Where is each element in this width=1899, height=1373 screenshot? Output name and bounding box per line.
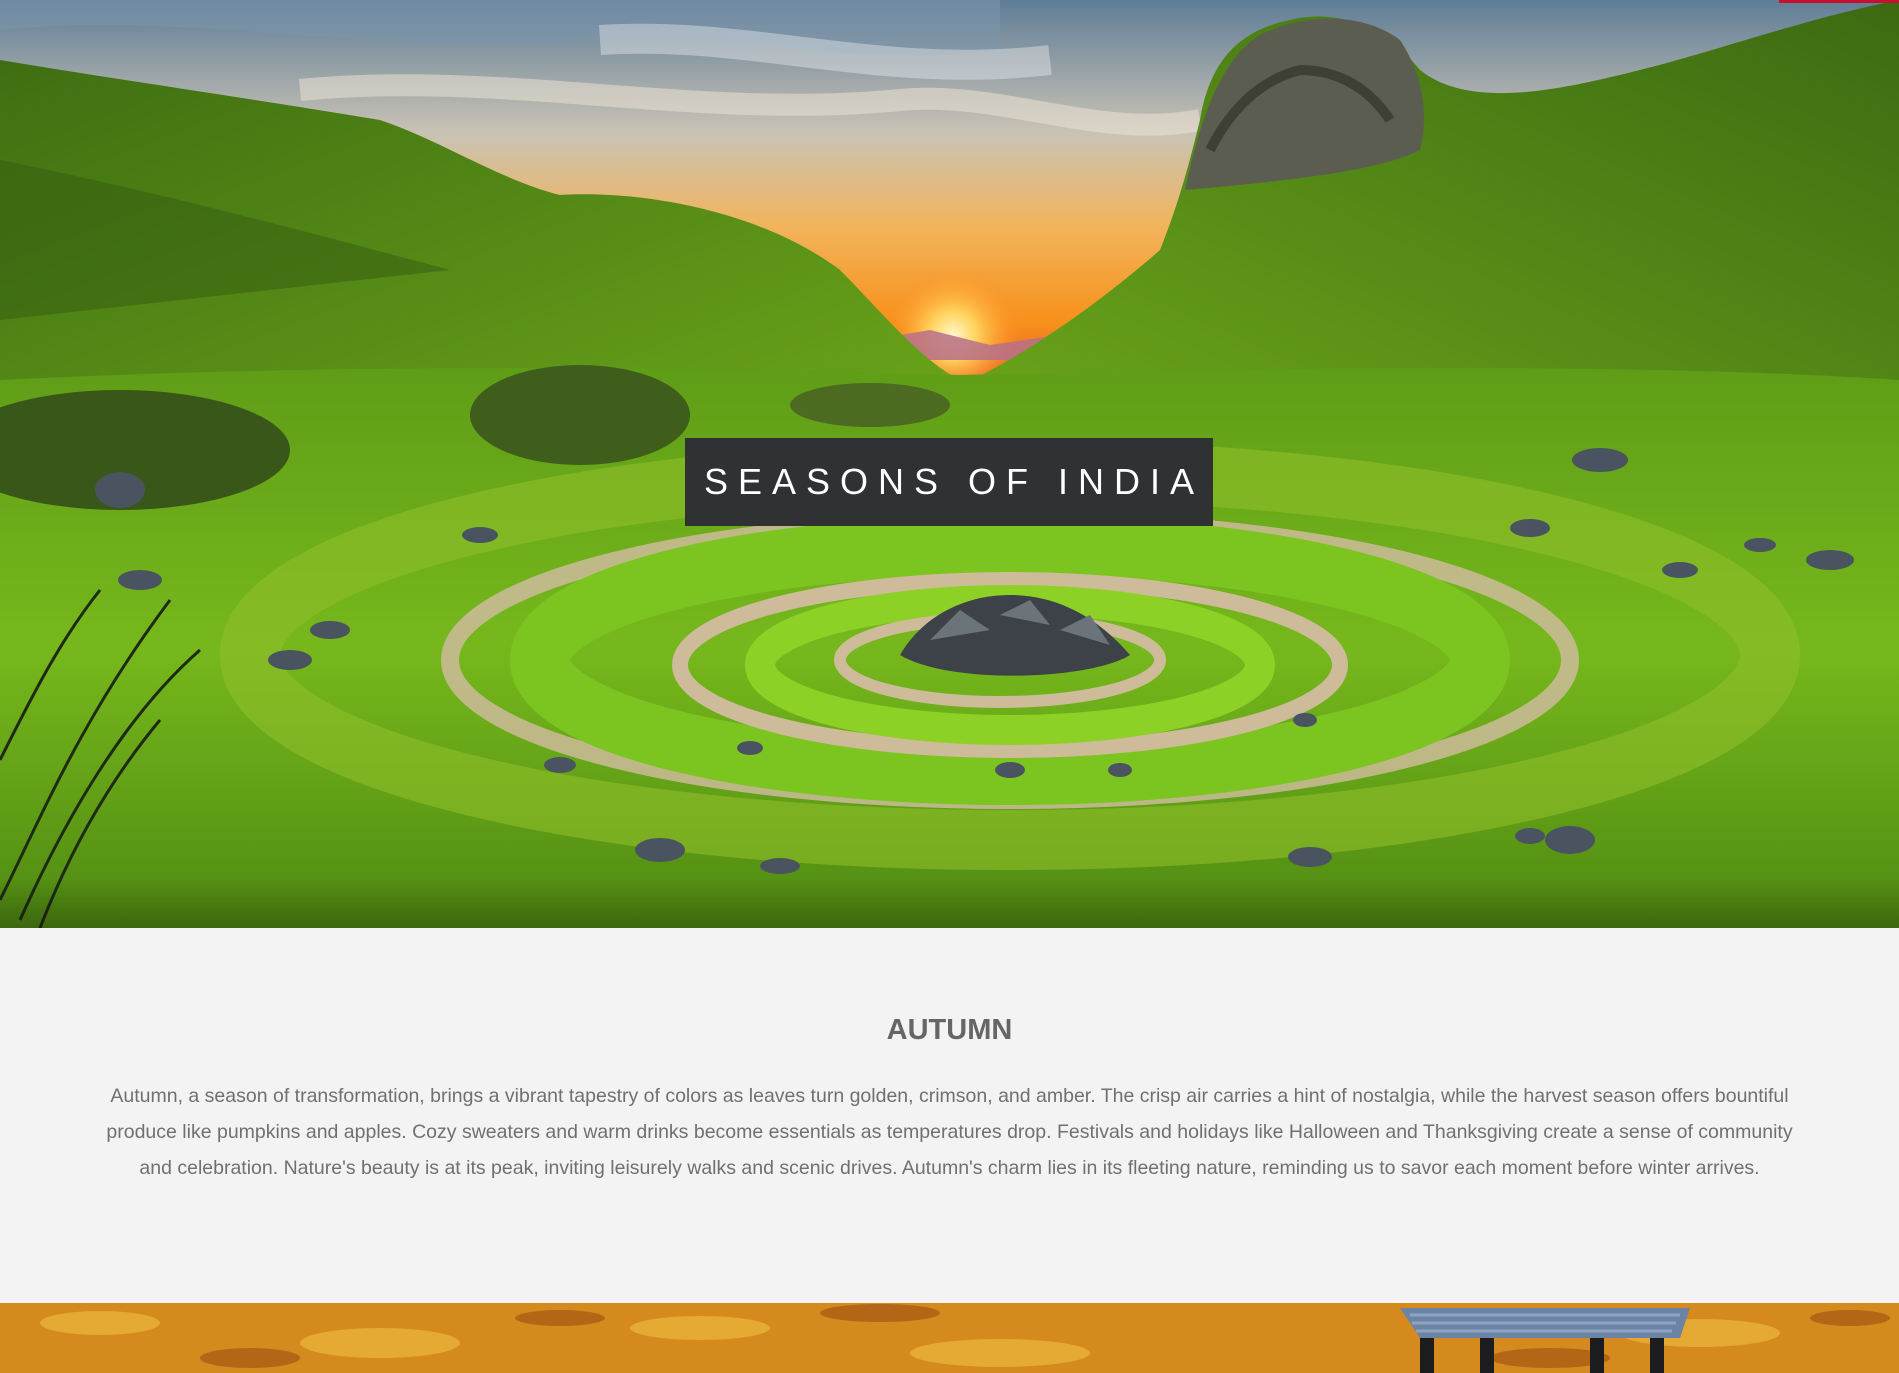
hero-title: SEASONS OF INDIA	[703, 461, 1205, 502]
hero-title-box: SEASONS OF INDIA	[685, 438, 1213, 526]
autumn-leaves-scene	[0, 1303, 1899, 1373]
autumn-section: AUTUMN Autumn, a season of transformatio…	[0, 928, 1899, 1303]
accent-bar	[1779, 0, 1899, 3]
autumn-leaves-image	[0, 1303, 1899, 1373]
section-heading: AUTUMN	[886, 1014, 1013, 1046]
hero-banner: SEASONS OF INDIA	[0, 0, 1899, 928]
section-body: Autumn, a season of transformation, brin…	[106, 1085, 1793, 1179]
